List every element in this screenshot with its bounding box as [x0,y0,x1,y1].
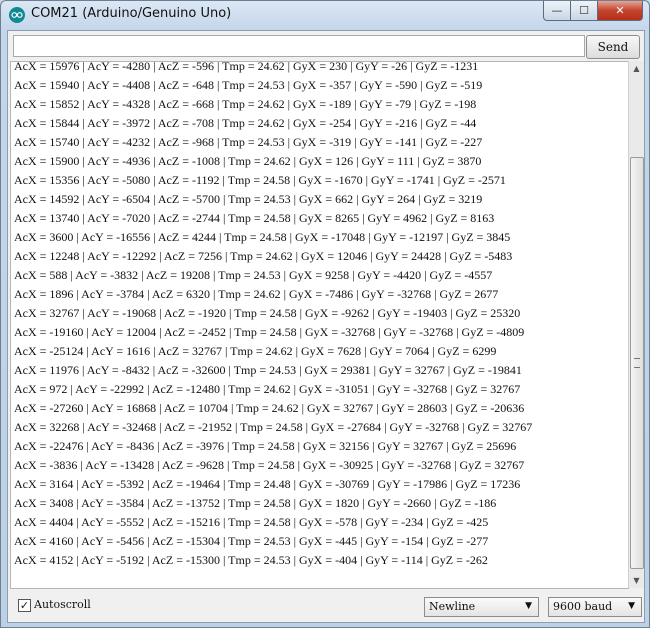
output-line: AcX = 32767 | AcY = -19068 | AcZ = -1920… [14,306,521,320]
autoscroll-checkbox[interactable]: ✓ [18,599,31,612]
baud-rate-select[interactable]: 9600 baud ▼ [548,597,642,617]
close-icon: ✕ [615,4,625,17]
scrollbar-thumb[interactable] [630,157,644,569]
output-line: AcX = 972 | AcY = -22992 | AcZ = -12480 … [14,382,521,396]
send-button[interactable]: Send [586,35,640,59]
vertical-scrollbar[interactable]: ▲ ▼ [628,61,644,588]
title-bar[interactable]: COM21 (Arduino/Genuino Uno) — ☐ ✕ [1,1,649,29]
output-line: AcX = 4152 | AcY = -5192 | AcZ = -15300 … [14,553,488,567]
output-line: AcX = 32268 | AcY = -32468 | AcZ = -2195… [14,420,533,434]
window-title: COM21 (Arduino/Genuino Uno) [31,6,232,21]
output-line: AcX = 15900 | AcY = -4936 | AcZ = -1008 … [14,154,482,168]
output-line: AcX = 3600 | AcY = -16556 | AcZ = 4244 |… [14,230,511,244]
output-line: AcX = -3836 | AcY = -13428 | AcZ = -9628… [14,458,525,472]
output-line: AcX = 14592 | AcY = -6504 | AcZ = -5700 … [14,192,483,206]
bottom-bar: ✓ Autoscroll Newline ▼ 9600 baud ▼ [8,589,644,622]
send-row: Send [8,31,644,61]
chevron-down-icon: ▼ [525,601,532,611]
serial-output[interactable]: AcX = 15976 | AcY = -4280 | AcZ = -596 |… [10,61,629,589]
output-line: AcX = 12248 | AcY = -12292 | AcZ = 7256 … [14,249,513,263]
output-line: AcX = 4160 | AcY = -5456 | AcZ = -15304 … [14,534,489,548]
output-line: AcX = 15844 | AcY = -3972 | AcZ = -708 |… [14,116,477,130]
maximize-button[interactable]: ☐ [571,1,598,21]
check-icon: ✓ [19,599,30,612]
close-button[interactable]: ✕ [598,1,643,21]
output-line: AcX = 4404 | AcY = -5552 | AcZ = -15216 … [14,515,489,529]
output-line: AcX = 588 | AcY = -3832 | AcZ = 19208 | … [14,268,493,282]
minimize-button[interactable]: — [543,1,571,21]
chevron-down-icon: ▼ [628,601,635,611]
caption-buttons: — ☐ ✕ [543,1,643,21]
output-line: AcX = 15852 | AcY = -4328 | AcZ = -668 |… [14,97,477,111]
arduino-logo-icon [9,7,25,23]
serial-monitor-client: Send AcX = 15976 | AcY = -4280 | AcZ = -… [7,30,645,623]
minimize-icon: — [551,4,563,17]
output-line: AcX = 3408 | AcY = -3584 | AcZ = -13752 … [14,496,497,510]
output-line: AcX = 15740 | AcY = -4232 | AcZ = -968 |… [14,135,483,149]
baud-rate-value: 9600 baud [553,600,613,613]
autoscroll-label: Autoscroll [34,598,91,611]
serial-monitor-window: COM21 (Arduino/Genuino Uno) — ☐ ✕ Send A… [0,0,650,628]
scroll-up-icon[interactable]: ▲ [629,61,644,76]
output-line: AcX = 15356 | AcY = -5080 | AcZ = -1192 … [14,173,506,187]
output-line: AcX = -25124 | AcY = 1616 | AcZ = 32767 … [14,344,497,358]
output-line: AcX = 11976 | AcY = -8432 | AcZ = -32600… [14,363,522,377]
output-line: AcX = -19160 | AcY = 12004 | AcZ = -2452… [14,325,525,339]
output-line: AcX = 15976 | AcY = -4280 | AcZ = -596 |… [14,61,479,73]
output-line: AcX = 1896 | AcY = -3784 | AcZ = 6320 | … [14,287,499,301]
output-line: AcX = -22476 | AcY = -8436 | AcZ = -3976… [14,439,517,453]
grip-icon [634,358,640,368]
output-line: AcX = 3164 | AcY = -5392 | AcZ = -19464 … [14,477,521,491]
output-line: AcX = -27260 | AcY = 16868 | AcZ = 10704… [14,401,525,415]
line-ending-select[interactable]: Newline ▼ [424,597,539,617]
maximize-icon: ☐ [579,4,589,17]
output-line: AcX = 13740 | AcY = -7020 | AcZ = -2744 … [14,211,495,225]
scroll-down-icon[interactable]: ▼ [629,573,644,588]
line-ending-value: Newline [429,600,476,613]
send-input[interactable] [13,35,585,57]
output-line: AcX = 15940 | AcY = -4408 | AcZ = -648 |… [14,78,483,92]
